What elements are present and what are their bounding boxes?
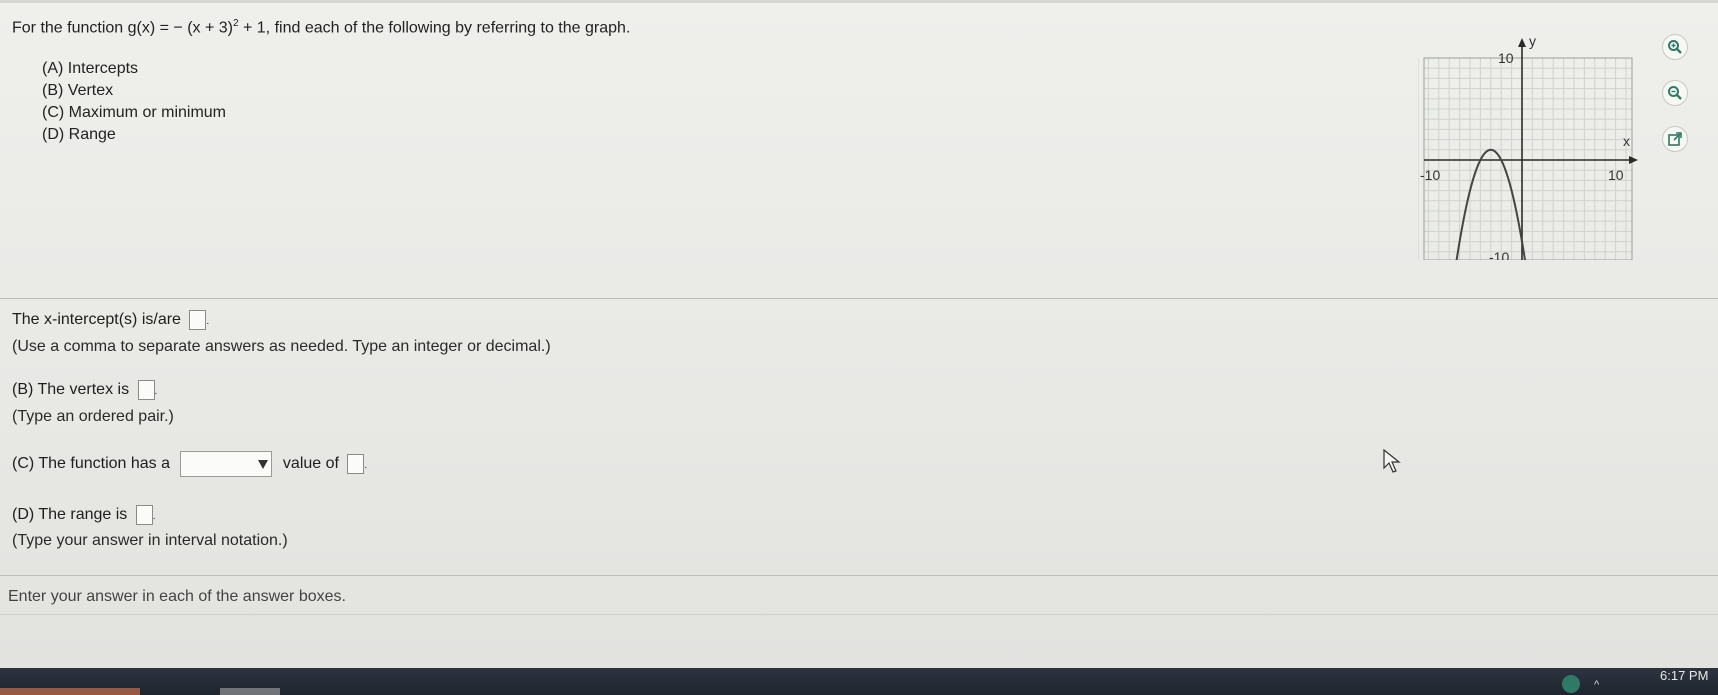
- tray-chevron-up-icon[interactable]: ^: [1594, 679, 1599, 691]
- answer-a-label: The x-intercept(s) is/are: [12, 311, 181, 329]
- x-min-tick-label: -10: [1420, 167, 1440, 183]
- answer-b-row: (B) The vertex is .: [12, 380, 157, 400]
- taskbar-app-indicator: [0, 688, 140, 695]
- answer-a-hint: (Use a comma to separate answers as need…: [12, 338, 551, 355]
- period: .: [364, 460, 368, 472]
- part-a: (A) Intercepts: [42, 60, 139, 77]
- max-min-value-input[interactable]: [347, 454, 365, 474]
- popout-icon: [1668, 132, 1682, 146]
- answer-c-row: (C) The function has a value of .: [12, 451, 367, 477]
- zoom-in-icon: [1668, 40, 1682, 54]
- graph-grid: [1417, 57, 1633, 263]
- zoom-out-icon: [1668, 86, 1682, 100]
- parts-list: (A) Intercepts (B) Vertex (C) Maximum or…: [42, 58, 226, 146]
- help-tray-icon[interactable]: [1562, 675, 1580, 693]
- x-axis-label: x: [1623, 133, 1630, 149]
- y-max-tick-label: 10: [1498, 50, 1514, 66]
- period: .: [154, 386, 158, 398]
- zoom-in-button[interactable]: [1662, 34, 1688, 60]
- mouse-cursor-icon: [1383, 448, 1401, 473]
- question-text: For the function g(x) = − (x + 3)2 + 1, …: [12, 18, 630, 37]
- period: .: [206, 316, 210, 328]
- taskbar-clock: 6:17 PM: [1660, 668, 1709, 683]
- range-input[interactable]: [135, 505, 153, 525]
- footer-divider: [0, 575, 1718, 576]
- answer-b-hint: (Type an ordered pair.): [12, 408, 174, 425]
- bottom-divider: [0, 614, 1718, 615]
- answer-a-row: The x-intercept(s) is/are .: [12, 310, 209, 330]
- x-axis-arrow: [1629, 156, 1638, 164]
- x-max-tick-label: 10: [1608, 167, 1624, 183]
- y-axis-arrow: [1518, 38, 1526, 47]
- vertex-input[interactable]: [137, 380, 155, 400]
- y-min-tick-label: -10: [1489, 249, 1509, 260]
- answer-d-label: (D) The range is: [12, 506, 128, 524]
- taskbar-app-indicator-2: [220, 688, 280, 695]
- answer-b-label: (B) The vertex is: [12, 381, 130, 399]
- graph-svg: y x 10 -10 10 -10: [1417, 33, 1638, 265]
- question-suffix: + 1, find each of the following by refer…: [238, 19, 631, 37]
- part-d: (D) Range: [42, 126, 116, 143]
- answer-d-row: (D) The range is .: [12, 505, 156, 525]
- top-border: [0, 0, 1718, 3]
- period: .: [152, 511, 156, 523]
- popout-button[interactable]: [1662, 126, 1688, 152]
- function-graph: y x 10 -10 10 -10: [1417, 28, 1648, 265]
- zoom-out-button[interactable]: [1662, 80, 1688, 106]
- dropdown-caret-icon: [258, 459, 269, 469]
- part-c: (C) Maximum or minimum: [42, 104, 226, 121]
- section-divider: [0, 298, 1718, 299]
- answer-d-hint: (Type your answer in interval notation.): [12, 532, 288, 549]
- x-intercepts-input[interactable]: [189, 310, 207, 330]
- answer-c-label-after: value of: [282, 455, 339, 473]
- footer-message: Enter your answer in each of the answer …: [8, 588, 346, 605]
- question-prefix: For the function g(x) = − (x + 3): [12, 19, 233, 37]
- max-min-dropdown[interactable]: [180, 451, 273, 477]
- part-b: (B) Vertex: [42, 82, 114, 99]
- y-axis-label: y: [1529, 33, 1536, 49]
- answer-c-label: (C) The function has a: [12, 455, 171, 473]
